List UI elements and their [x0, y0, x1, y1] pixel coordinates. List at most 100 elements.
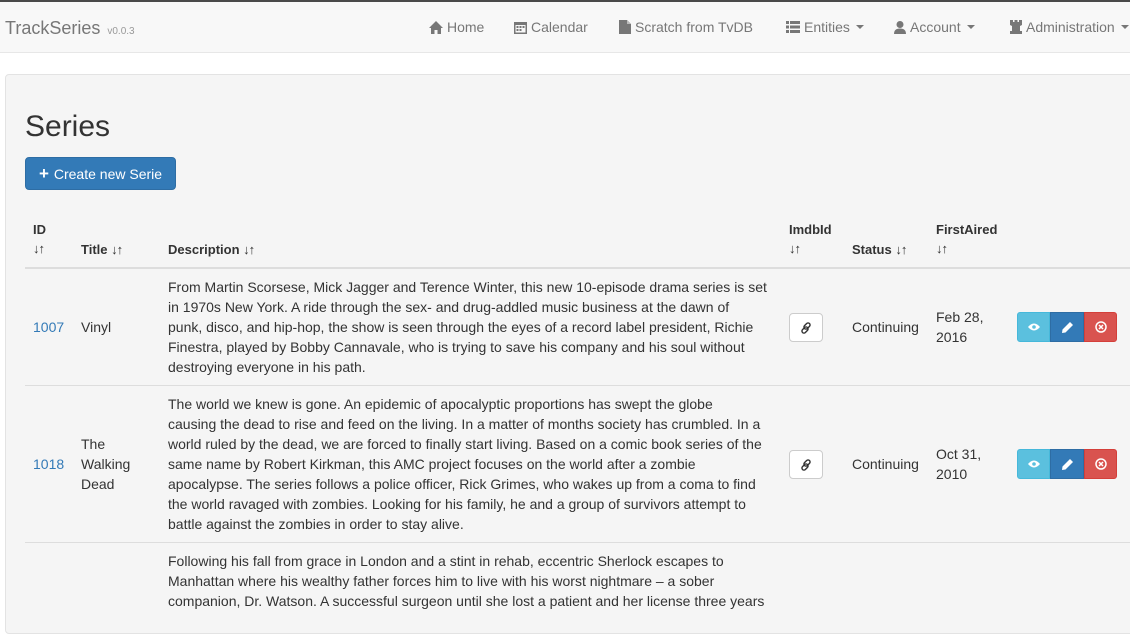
link-icon [801, 321, 811, 334]
series-description: Following his fall from grace in London … [168, 551, 772, 611]
column-header-description[interactable]: Description ↓↑ [168, 240, 255, 259]
sort-icon: ↓↑ [111, 242, 123, 257]
series-firstaired: Oct 31, 2010 [936, 444, 981, 484]
nav-account[interactable]: Account [894, 19, 975, 35]
description-line: destroying everyone in his path. [168, 359, 366, 375]
description-line: causing the dead to rise and feed on the… [168, 416, 761, 432]
series-status: Continuing [852, 319, 919, 335]
calendar-icon [514, 21, 527, 34]
nav-scratch-label: Scratch from TvDB [635, 19, 753, 35]
row-actions [1017, 449, 1117, 479]
series-title-line: The [81, 436, 106, 452]
column-header-imdbid-label: ImdbId [789, 222, 832, 237]
column-header-title[interactable]: Title ↓↑ [81, 240, 123, 259]
sort-icon: ↓↑ [243, 242, 255, 257]
chevron-down-icon [855, 25, 864, 29]
firstaired-line: 2016 [936, 329, 968, 345]
nav-scratch-tvdb[interactable]: Scratch from TvDB [619, 19, 753, 35]
page-title: Series [25, 110, 111, 143]
description-line: Following his fall from grace in London … [168, 553, 724, 569]
remove-circle-icon [1094, 321, 1107, 333]
series-firstaired: Feb 28, 2016 [936, 307, 983, 347]
row-divider [25, 385, 1130, 386]
description-line: punk, disco, and hip-hop, the show is se… [168, 319, 754, 335]
brand[interactable]: TrackSeries v0.0.3 [5, 18, 135, 39]
series-title-line: Vinyl [81, 319, 112, 335]
view-button[interactable] [1017, 449, 1050, 479]
tower-icon [1010, 20, 1022, 34]
nav-administration-label: Administration [1026, 19, 1115, 35]
user-icon [894, 20, 906, 34]
nav-entities-label: Entities [804, 19, 850, 35]
delete-button[interactable] [1084, 449, 1117, 479]
eye-icon [1027, 323, 1040, 331]
description-line: world ruled by the dead, we are forced t… [168, 436, 762, 452]
nav-home-label: Home [447, 19, 485, 35]
row-actions [1017, 312, 1117, 342]
chevron-down-icon [1120, 25, 1129, 29]
create-serie-button[interactable]: + Create new Serie [25, 157, 176, 190]
create-serie-label: Create new Serie [53, 165, 163, 182]
list-icon [786, 21, 800, 33]
series-description: The world we knew is gone. An epidemic o… [168, 394, 772, 534]
nav-administration[interactable]: Administration [1010, 19, 1129, 35]
column-header-imdbid[interactable]: ImdbId ↓↑ [789, 220, 832, 258]
view-button[interactable] [1017, 312, 1050, 342]
column-header-status-label: Status [852, 242, 892, 257]
nav-account-label: Account [910, 19, 961, 35]
sort-icon: ↓↑ [895, 242, 907, 257]
nav-calendar-label: Calendar [531, 19, 588, 35]
nav-home[interactable]: Home [429, 19, 484, 35]
series-title: The Walking Dead [81, 434, 130, 494]
description-line: same name by Robert Kirkman, this AMC pr… [168, 456, 696, 472]
pencil-icon [1061, 321, 1073, 333]
chevron-down-icon [966, 25, 975, 29]
imdb-link-button[interactable] [789, 313, 823, 342]
link-icon [801, 458, 811, 471]
series-title-line: Walking [81, 456, 131, 472]
table-header-divider [25, 267, 1130, 269]
edit-button[interactable] [1050, 449, 1084, 479]
column-header-title-label: Title [81, 242, 108, 257]
firstaired-line: Feb 28, [936, 309, 984, 325]
series-status: Continuing [852, 456, 919, 472]
imdb-link-button[interactable] [789, 450, 823, 479]
column-header-status[interactable]: Status ↓↑ [852, 240, 907, 259]
column-header-id[interactable]: ID ↓↑ [33, 220, 46, 258]
description-line: Finestra, played by Bobby Cannavale, who… [168, 339, 745, 355]
column-header-firstaired-label: FirstAired [936, 222, 998, 237]
column-header-description-label: Description [168, 242, 240, 257]
series-title-line: Dead [81, 476, 115, 492]
document-icon [619, 20, 631, 34]
description-line: The world we knew is gone. An epidemic o… [168, 396, 713, 412]
column-header-id-label: ID [33, 222, 46, 237]
pencil-icon [1061, 458, 1073, 470]
description-line: Manhattan where his wealthy father force… [168, 573, 715, 589]
edit-button[interactable] [1050, 312, 1084, 342]
version-label: v0.0.3 [107, 26, 135, 37]
description-line: From Martin Scorsese, Mick Jagger and Te… [168, 279, 767, 295]
description-line: companion, Dr. Watson. A successful surg… [168, 593, 765, 609]
description-line: battle against the zombies in order to s… [168, 516, 464, 532]
sort-icon: ↓↑ [789, 241, 801, 256]
plus-icon: + [38, 164, 49, 183]
description-line: the world ravaged with zombies. Looking … [168, 496, 746, 512]
nav-calendar[interactable]: Calendar [514, 19, 588, 35]
delete-button[interactable] [1084, 312, 1117, 342]
sort-icon: ↓↑ [33, 241, 45, 256]
nav-entities[interactable]: Entities [786, 19, 864, 35]
series-title: Vinyl [81, 317, 111, 337]
eye-icon [1027, 460, 1040, 468]
series-id-link[interactable]: 1007 [33, 317, 64, 337]
description-line: in 1970s New York. A ride through the se… [168, 299, 730, 315]
column-header-firstaired[interactable]: FirstAired ↓↑ [936, 220, 997, 258]
series-id-link[interactable]: 1018 [33, 454, 64, 474]
brand-name[interactable]: TrackSeries [5, 18, 100, 38]
row-divider [25, 542, 1130, 543]
description-line: apocalypse. The series follows a police … [168, 476, 756, 492]
navbar: TrackSeries v0.0.3 Home Calendar Scratch… [0, 2, 1130, 53]
series-description: From Martin Scorsese, Mick Jagger and Te… [168, 277, 772, 377]
firstaired-line: Oct 31, [936, 446, 982, 462]
firstaired-line: 2010 [936, 466, 968, 482]
home-icon [429, 20, 443, 34]
